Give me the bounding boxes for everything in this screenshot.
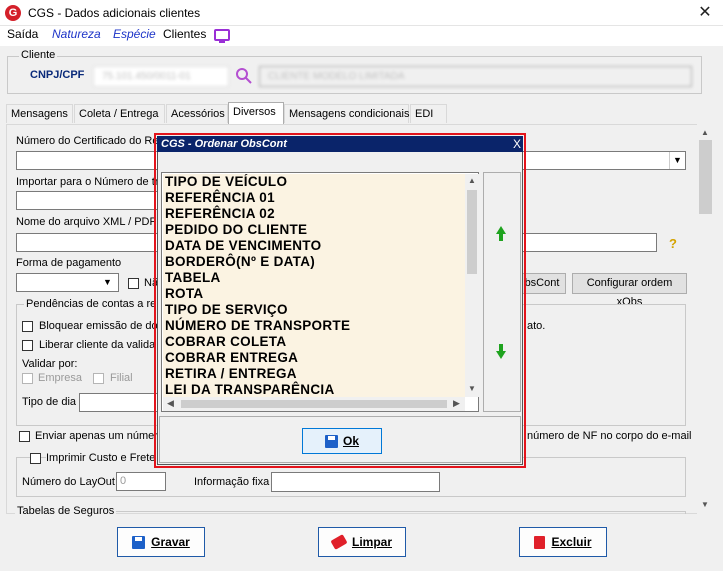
- list-item[interactable]: DATA DE VENCIMENTO: [163, 238, 465, 254]
- informacao-label: Informação fixa: [194, 476, 270, 488]
- pendencias-label: Pendências de contas a re: [24, 298, 159, 310]
- forma-pagamento-label: Forma de pagamento: [16, 257, 122, 269]
- scroll-right-icon[interactable]: ▶: [453, 398, 460, 409]
- scroll-up-icon[interactable]: ▲: [701, 128, 709, 137]
- eraser-icon: [330, 534, 348, 550]
- list-item[interactable]: REFERÊNCIA 02: [163, 206, 465, 222]
- tab-diversos[interactable]: Diversos: [228, 102, 284, 124]
- menu-natureza[interactable]: Natureza: [52, 27, 101, 41]
- menu-saida[interactable]: Saída: [7, 27, 38, 41]
- window-title: CGS - Dados adicionais clientes: [28, 6, 201, 20]
- scroll-up-icon[interactable]: ▲: [468, 176, 476, 185]
- imprimir-label: Imprimir Custo e Frete p: [46, 452, 167, 464]
- cliente-group-label: Cliente: [19, 49, 58, 61]
- chevron-down-icon[interactable]: ▼: [669, 152, 685, 169]
- list-item[interactable]: NÚMERO DE TRANSPORTE: [163, 318, 465, 334]
- tipo-dia-label: Tipo de dia: [22, 396, 77, 408]
- tabelas-label: Tabelas de Seguros: [15, 505, 117, 517]
- list-vscrollbar[interactable]: ▲ ▼: [465, 174, 479, 397]
- liberar-checkbox[interactable]: [22, 340, 33, 351]
- list-item[interactable]: BORDERÔ(Nº E DATA): [163, 254, 465, 270]
- list-hscrollbar[interactable]: ◀ ▶: [163, 397, 465, 411]
- scroll-down-icon[interactable]: ▼: [468, 384, 476, 393]
- list-item[interactable]: TABELA: [163, 270, 465, 286]
- importar-input[interactable]: [16, 191, 161, 210]
- tab-mensagens[interactable]: Mensagens: [6, 104, 73, 123]
- list-item[interactable]: TIPO DE VEÍCULO: [163, 174, 465, 190]
- save-icon: [132, 535, 146, 549]
- cgs-logo-icon: G: [5, 5, 21, 21]
- limpar-label: Limpar: [351, 535, 392, 549]
- gravar-button[interactable]: Gravar: [117, 527, 205, 557]
- menu-clientes[interactable]: Clientes: [163, 27, 206, 41]
- obscont-list: TIPO DE VEÍCULO REFERÊNCIA 01 REFERÊNCIA…: [161, 172, 479, 412]
- list-hscroll-thumb[interactable]: [181, 400, 447, 408]
- limpar-button[interactable]: Limpar: [318, 527, 406, 557]
- search-icon[interactable]: [235, 67, 253, 85]
- tab-mensagens-condicionais[interactable]: Mensagens condicionais: [284, 104, 409, 123]
- dialog-close-button[interactable]: X: [511, 136, 523, 152]
- help-icon[interactable]: ?: [669, 236, 682, 251]
- arrow-down-icon[interactable]: [496, 351, 506, 359]
- ok-label: Ok: [342, 434, 359, 448]
- excluir-label: Excluir: [551, 535, 592, 549]
- panel-scrollbar-thumb[interactable]: [699, 140, 712, 214]
- arrow-up-stem[interactable]: [499, 233, 503, 241]
- empresa-checkbox[interactable]: [22, 373, 33, 384]
- gravar-label: Gravar: [151, 535, 190, 549]
- bloquear-label: Bloquear emissão de doc: [39, 320, 164, 332]
- tab-coleta-entrega[interactable]: Coleta / Entrega: [74, 104, 165, 123]
- numero-certificado-label: Número do Certificado do Re: [16, 135, 159, 147]
- enviar-label: Enviar apenas um número: [35, 430, 165, 442]
- menu-bar: [0, 26, 723, 46]
- chevron-down-icon[interactable]: ▼: [103, 277, 112, 287]
- cnpj-input[interactable]: 75.101.450/0011-01: [93, 66, 229, 87]
- informacao-input[interactable]: [271, 472, 440, 492]
- excluir-button[interactable]: Excluir: [519, 527, 607, 557]
- enviar-checkbox[interactable]: [19, 431, 30, 442]
- tabelas-group: [16, 511, 686, 514]
- list-item[interactable]: LEI DA TRANSPARÊNCIA: [163, 382, 465, 397]
- dialog-title: CGS - Ordenar ObsCont: [157, 136, 523, 152]
- list-item[interactable]: ROTA: [163, 286, 465, 302]
- tab-edi[interactable]: EDI: [410, 104, 447, 123]
- save-icon: [324, 434, 338, 448]
- empresa-label: Empresa: [38, 372, 83, 384]
- tab-acessorios[interactable]: Acessórios: [166, 104, 228, 123]
- menu-especie[interactable]: Espécie: [113, 27, 156, 41]
- client-name-field: CLIENTE MODELO LIMITADA: [259, 66, 692, 87]
- obscont-list-items: TIPO DE VEÍCULO REFERÊNCIA 01 REFERÊNCIA…: [163, 174, 465, 397]
- bloquear-checkbox[interactable]: [22, 321, 33, 332]
- cnpj-label: CNPJ/CPF: [30, 69, 85, 81]
- right-text-1: ato.: [527, 320, 546, 332]
- nome-arquivo-label: Nome do arquivo XML / PDF: [16, 216, 157, 228]
- layout-stepper[interactable]: 0: [116, 472, 166, 491]
- layout-label: Número do LayOut: [22, 476, 115, 488]
- filial-checkbox[interactable]: [93, 373, 104, 384]
- validar-label: Validar por:: [22, 358, 78, 370]
- list-item[interactable]: COBRAR ENTREGA: [163, 350, 465, 366]
- list-item[interactable]: TIPO DE SERVIÇO: [163, 302, 465, 318]
- list-scroll-thumb[interactable]: [467, 190, 477, 274]
- importar-label: Importar para o Número de tra: [16, 176, 165, 188]
- liberar-label: Liberar cliente da valida: [39, 339, 156, 351]
- ok-button[interactable]: Ok: [302, 428, 382, 454]
- right-text-2: número de NF no corpo do e-mail: [527, 430, 692, 442]
- trash-icon: [534, 535, 546, 549]
- order-arrows-panel: [483, 172, 521, 412]
- monitor-icon[interactable]: [214, 29, 230, 43]
- imprimir-checkbox[interactable]: [30, 453, 41, 464]
- list-item[interactable]: RETIRA / ENTREGA: [163, 366, 465, 382]
- list-item[interactable]: REFERÊNCIA 01: [163, 190, 465, 206]
- list-item[interactable]: PEDIDO DO CLIENTE: [163, 222, 465, 238]
- scroll-down-icon[interactable]: ▼: [701, 500, 709, 509]
- list-item[interactable]: COBRAR COLETA: [163, 334, 465, 350]
- nao-checkbox[interactable]: [128, 278, 139, 289]
- close-window-button[interactable]: ✕: [688, 1, 722, 25]
- tipo-dia-select[interactable]: [79, 393, 159, 412]
- scroll-left-icon[interactable]: ◀: [167, 398, 174, 409]
- configurar-ordem-xobs-button[interactable]: Configurar ordem xObs: [572, 273, 687, 308]
- filial-label: Filial: [110, 372, 133, 384]
